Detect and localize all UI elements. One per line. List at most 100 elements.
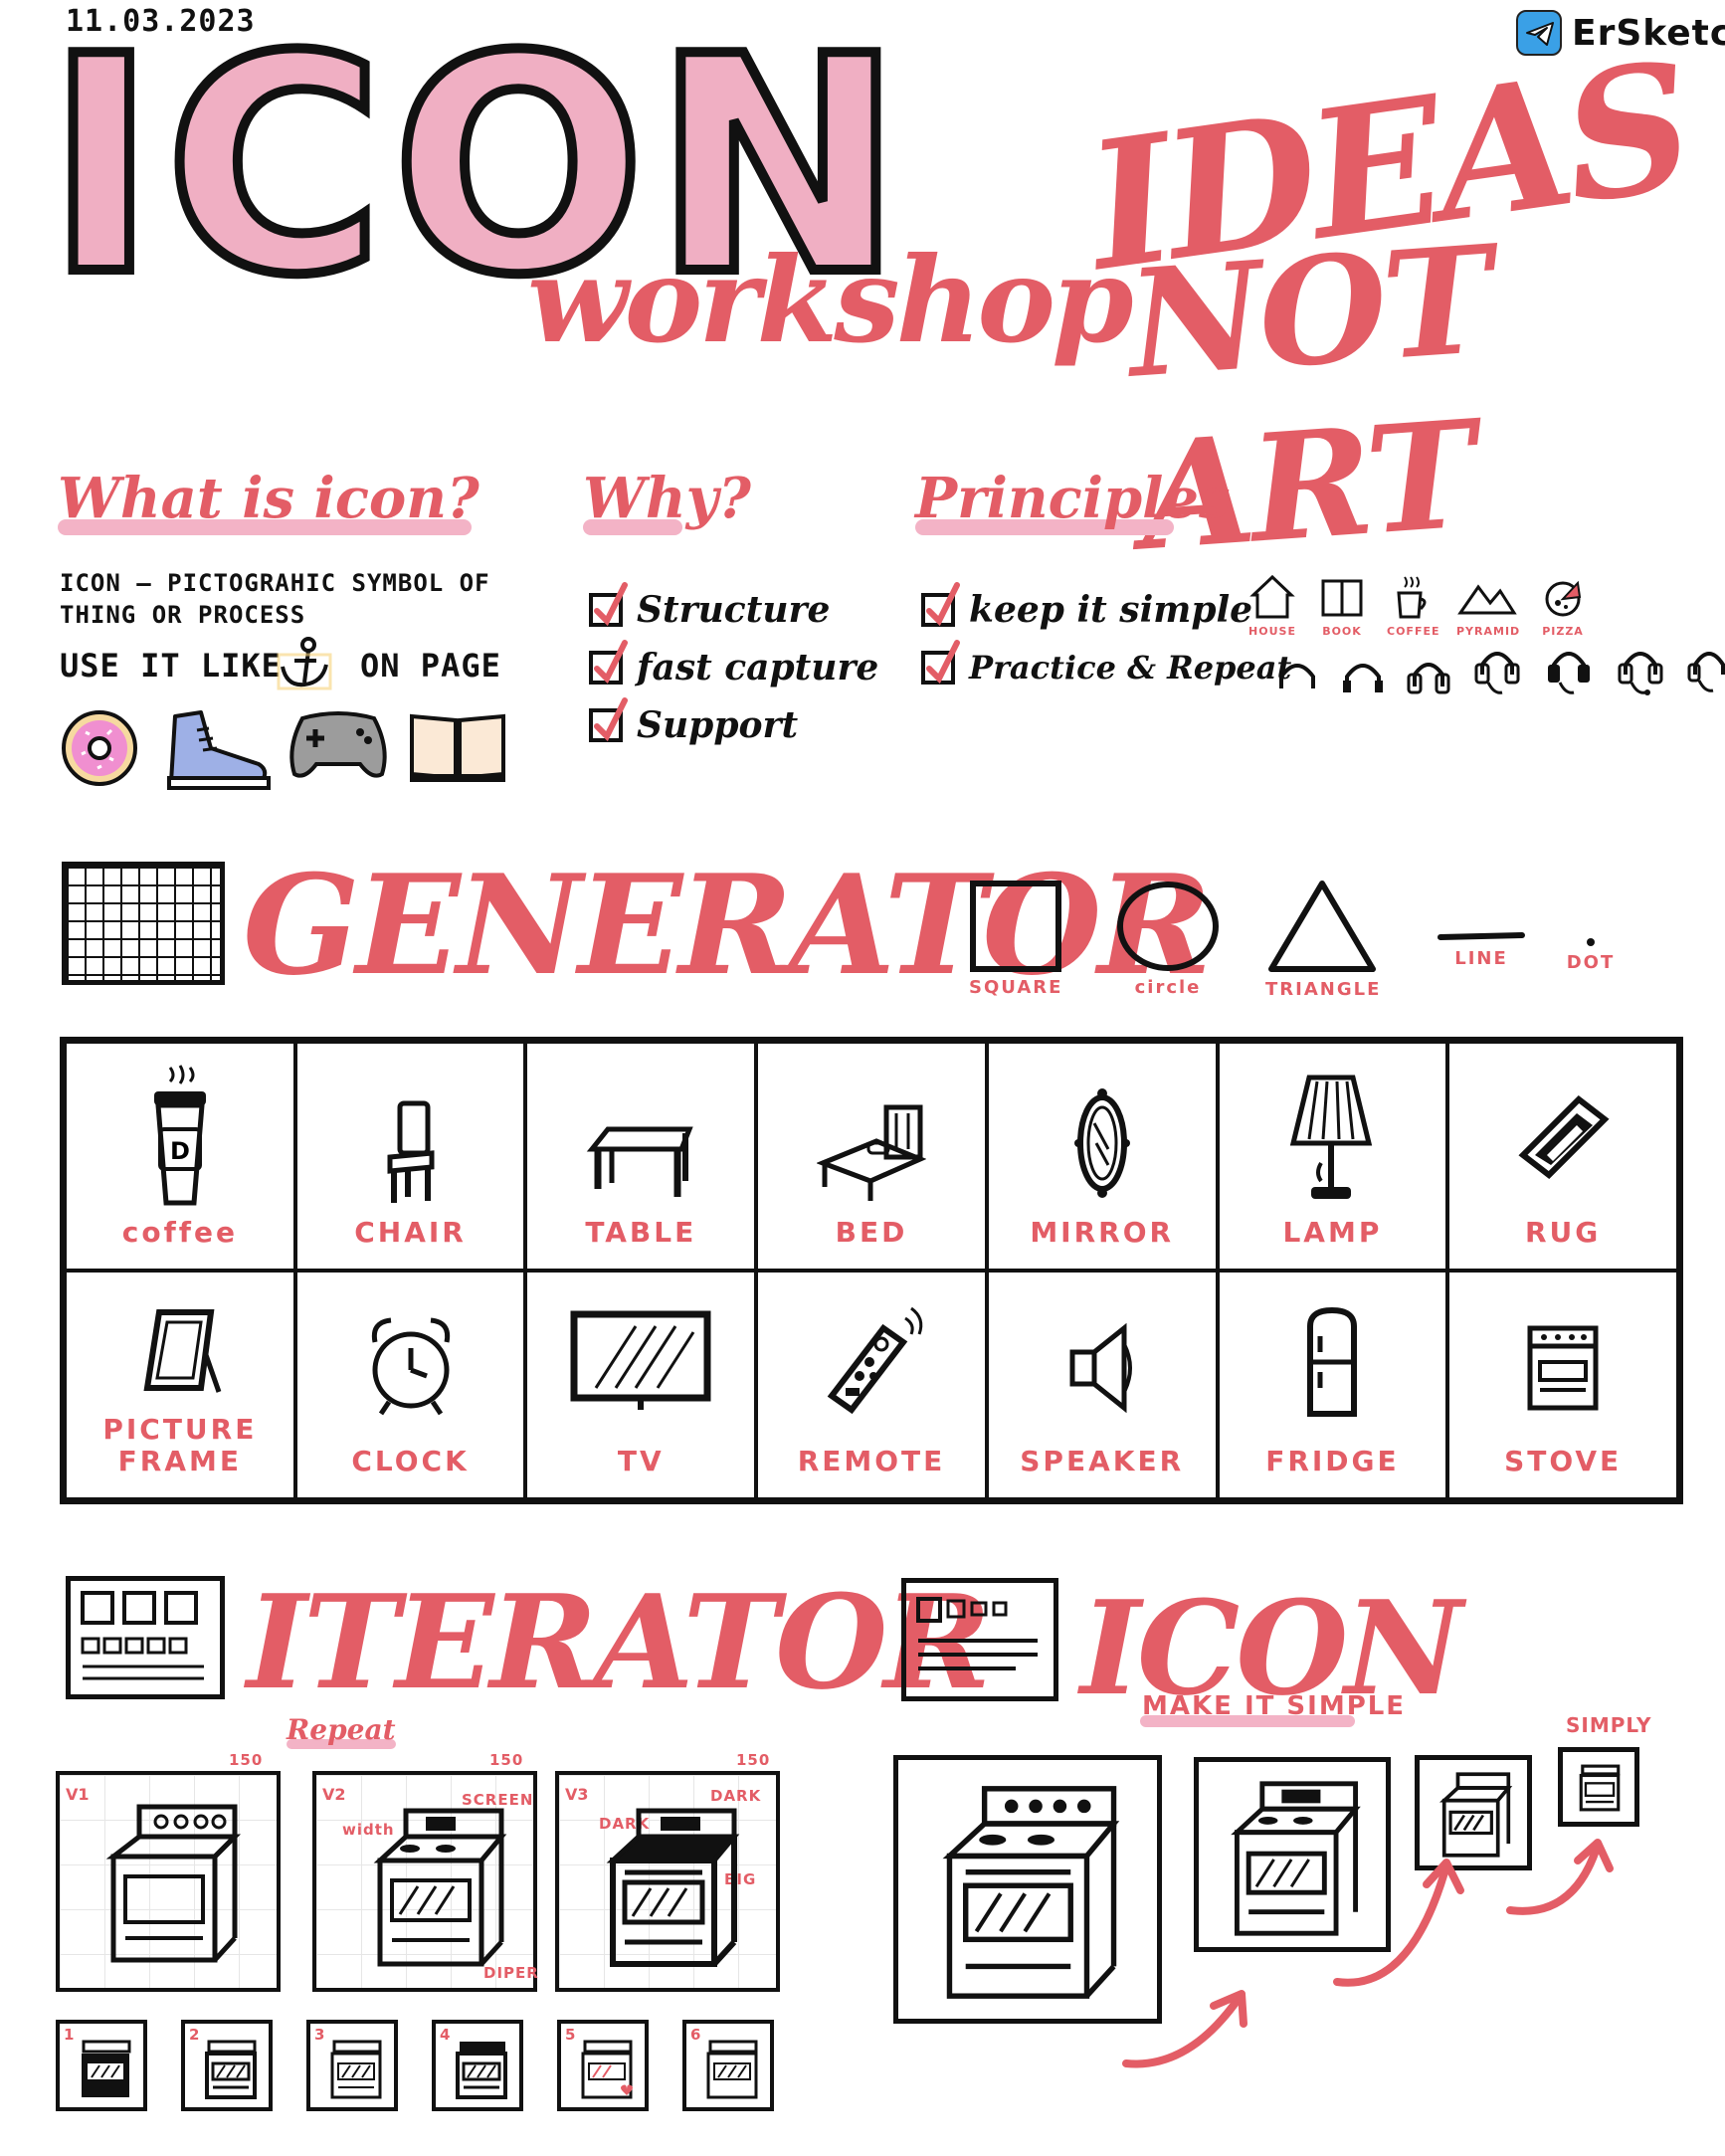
gen-cell-label: SPEAKER xyxy=(1020,1445,1185,1477)
arrow-icon xyxy=(1506,1839,1614,1915)
icon-section-sub: MAKE IT SIMPLE xyxy=(1142,1691,1407,1721)
iterator-sub: Repeat xyxy=(287,1713,396,1746)
house-icon xyxy=(1249,574,1295,619)
gen-cell-table: TABLE xyxy=(525,1042,757,1271)
gen-cell-label: TV xyxy=(617,1445,665,1477)
table-icon xyxy=(587,1126,693,1197)
checkbox-icon xyxy=(589,640,628,685)
gen-cell-label: RUG xyxy=(1524,1216,1602,1249)
thumbnail: 3 xyxy=(306,2020,398,2111)
alarm-clock-icon xyxy=(371,1317,450,1416)
headphones-icon xyxy=(1687,652,1725,692)
gen-cell-label: REMOTE xyxy=(797,1445,946,1477)
anchor-icon xyxy=(275,637,334,696)
principle-item: Practice & Repeat xyxy=(921,639,1291,696)
headphones-icon xyxy=(1548,652,1590,694)
headphones-icon xyxy=(1279,664,1315,688)
lamp-icon xyxy=(1290,1075,1373,1199)
bed-icon xyxy=(816,1104,926,1201)
generator-grid-icon xyxy=(62,862,225,985)
version-box-v2: V2 width SCREEN DIPER xyxy=(312,1771,538,1992)
stove-icon xyxy=(942,1786,1120,1999)
circle-icon xyxy=(1117,882,1219,971)
thumbnail: 4 xyxy=(432,2020,523,2111)
use-suffix: ON PAGE xyxy=(360,647,501,685)
principle-label: Practice & Repeat xyxy=(969,649,1292,686)
dot-icon xyxy=(1587,938,1595,946)
stove-icon xyxy=(1527,1325,1599,1411)
mini-book: BOOK xyxy=(1317,573,1367,638)
checkbox-icon xyxy=(921,640,960,685)
book-icon xyxy=(1321,579,1363,617)
gen-cell-mirror: MIRROR xyxy=(986,1042,1218,1271)
iterator-layout-icon xyxy=(66,1576,225,1699)
stove-icon xyxy=(330,2040,382,2099)
sneaker-icon xyxy=(163,708,273,796)
shape-line: LINE xyxy=(1437,929,1526,969)
triangle-icon xyxy=(1268,881,1376,972)
definition-line-2: THING OR PROCESS xyxy=(60,601,306,629)
principles-heading: Principles xyxy=(915,466,1231,531)
remote-control-icon xyxy=(827,1306,923,1415)
principle-item: keep it simple xyxy=(921,581,1291,639)
gen-cell-label: FRIDGE xyxy=(1265,1445,1400,1477)
icon-layout-icon xyxy=(901,1578,1058,1701)
line-icon xyxy=(1438,932,1525,940)
why-label: fast capture xyxy=(637,647,879,688)
why-label: Structure xyxy=(637,589,831,631)
checkbox-icon xyxy=(589,582,628,627)
pizza-icon xyxy=(1545,580,1582,617)
speaker-icon xyxy=(1069,1322,1132,1414)
simply-note: SIMPLY xyxy=(1566,1713,1652,1737)
stove-icon xyxy=(706,2040,758,2099)
shape-square: SQUARE xyxy=(969,880,1062,998)
definition-line-1: ICON – PICTOGRAHIC SYMBOL OF xyxy=(60,569,490,597)
gen-cell-picture-frame: PICTURE FRAME xyxy=(65,1271,295,1499)
stove-icon xyxy=(606,1808,740,1967)
stove-icon xyxy=(373,1808,507,1967)
principle-label: keep it simple xyxy=(969,589,1253,631)
gen-cell-label: coffee xyxy=(121,1216,238,1249)
gen-cell-fridge: FRIDGE xyxy=(1217,1271,1448,1499)
square-icon xyxy=(970,881,1061,972)
open-book-icon xyxy=(408,708,507,788)
thumbnail-row: 1 2 3 4 5 6 xyxy=(56,2020,774,2111)
thumbnail: 5 xyxy=(557,2020,649,2111)
gen-cell-label: MIRROR xyxy=(1030,1216,1175,1249)
thumbnail: 1 xyxy=(56,2020,147,2111)
what-heading: What is icon? xyxy=(58,466,479,531)
coffee-cup-icon: D xyxy=(153,1065,206,1206)
stove-icon xyxy=(82,2040,131,2097)
gamepad-icon xyxy=(287,708,390,786)
headphones-icon xyxy=(1343,664,1383,692)
thumbnail: 6 xyxy=(682,2020,774,2111)
headphones-progression xyxy=(1275,643,1725,696)
gen-cell-bed: BED xyxy=(756,1042,987,1271)
why-label: Support xyxy=(637,704,799,746)
stove-icon xyxy=(205,2040,257,2099)
icon-size-tiny xyxy=(1558,1747,1639,1827)
gen-cell-lamp: LAMP xyxy=(1217,1042,1448,1271)
why-item: Structure xyxy=(589,581,878,639)
gen-cell-label: TABLE xyxy=(585,1216,697,1249)
tv-icon xyxy=(570,1310,711,1410)
svg-text:D: D xyxy=(170,1137,190,1165)
shape-dot: DOT xyxy=(1566,933,1616,973)
gen-cell-chair: CHAIR xyxy=(294,1042,526,1271)
workshop-title: workshop xyxy=(527,231,1134,369)
iterator-heading: ITERATOR xyxy=(247,1566,991,1718)
mini-pyramid: PYRAMID xyxy=(1456,573,1519,638)
gen-cell-label: STOVE xyxy=(1504,1445,1623,1477)
arrow-icon xyxy=(1122,1990,1247,2068)
coffee-cup-icon xyxy=(1397,576,1427,619)
gen-cell-label: PICTURE FRAME xyxy=(102,1413,258,1477)
size-label: 150 xyxy=(736,1751,771,1769)
headphones-icon xyxy=(1618,652,1663,695)
gen-cell-label: CHAIR xyxy=(354,1216,467,1249)
gen-cell-speaker: SPEAKER xyxy=(986,1271,1218,1499)
donut-icon xyxy=(58,706,141,794)
gen-cell-label: LAMP xyxy=(1282,1216,1383,1249)
shape-circle: circle xyxy=(1116,880,1220,998)
size-label: 150 xyxy=(229,1751,264,1769)
gen-cell-tv: TV xyxy=(525,1271,757,1499)
